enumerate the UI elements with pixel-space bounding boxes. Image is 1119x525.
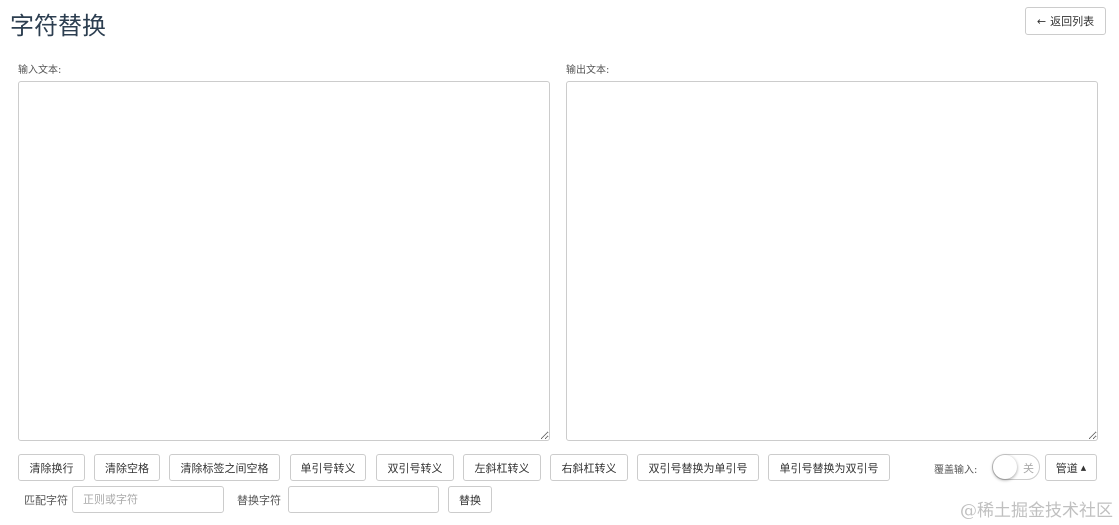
pipe-dropdown-button[interactable]: 管道 ▲: [1045, 454, 1097, 481]
escape-double-quote-button[interactable]: 双引号转义: [376, 454, 454, 481]
caret-up-icon: ▲: [1080, 463, 1087, 472]
watermark: @稀土掘金技术社区: [960, 501, 1113, 521]
overwrite-toggle[interactable]: 关: [992, 454, 1040, 480]
overwrite-label: 覆盖输入:: [934, 465, 978, 476]
toggle-knob: [993, 455, 1017, 479]
clear-newlines-button[interactable]: 清除换行: [18, 454, 85, 481]
replace-input[interactable]: [288, 486, 439, 513]
arrow-left-icon: ←: [1036, 14, 1047, 28]
single-to-double-quote-button[interactable]: 单引号替换为双引号: [768, 454, 890, 481]
replace-button[interactable]: 替换: [448, 486, 492, 513]
escape-slash-button[interactable]: 左斜杠转义: [463, 454, 541, 481]
double-to-single-quote-button[interactable]: 双引号替换为单引号: [637, 454, 759, 481]
input-textarea[interactable]: [18, 81, 550, 441]
match-label: 匹配字符: [24, 494, 68, 507]
back-to-list-button[interactable]: ← 返回列表: [1025, 7, 1106, 35]
escape-single-quote-button[interactable]: 单引号转义: [290, 454, 366, 481]
toggle-state: 关: [1023, 462, 1034, 475]
clear-spaces-button[interactable]: 清除空格: [94, 454, 160, 481]
escape-backslash-button[interactable]: 右斜杠转义: [550, 454, 628, 481]
input-label: 输入文本:: [18, 65, 62, 76]
output-label: 输出文本:: [566, 65, 610, 76]
replace-label: 替换字符: [237, 494, 281, 507]
output-textarea[interactable]: [566, 81, 1098, 441]
match-input[interactable]: [72, 486, 224, 513]
page-title: 字符替换: [10, 12, 106, 40]
clear-tag-spaces-button[interactable]: 清除标签之间空格: [169, 454, 280, 481]
